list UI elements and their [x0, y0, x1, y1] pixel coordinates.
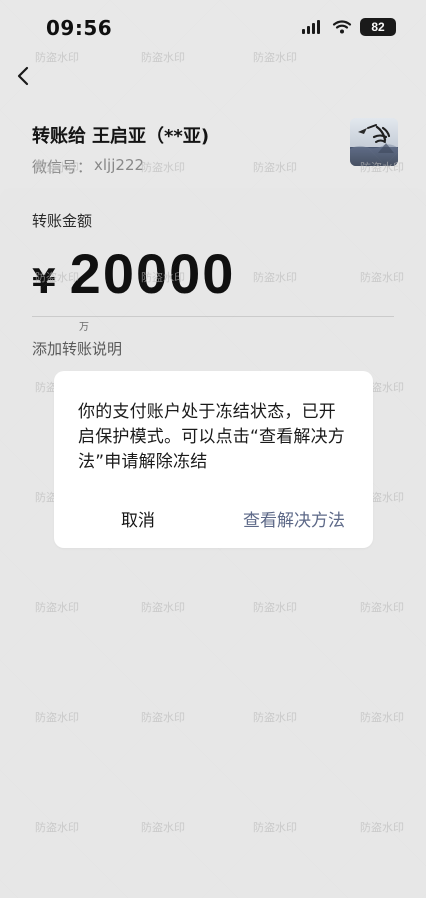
- cancel-button[interactable]: 取消: [121, 506, 155, 536]
- account-frozen-dialog: 你的支付账户处于冻结状态，已开启保护模式。可以点击“查看解决方法”申请解除冻结 …: [54, 371, 373, 548]
- dialog-message: 你的支付账户处于冻结状态，已开启保护模式。可以点击“查看解决方法”申请解除冻结: [78, 402, 346, 472]
- dialog-actions: 取消 查看解决方法: [54, 506, 373, 536]
- view-solution-button[interactable]: 查看解决方法: [243, 506, 345, 536]
